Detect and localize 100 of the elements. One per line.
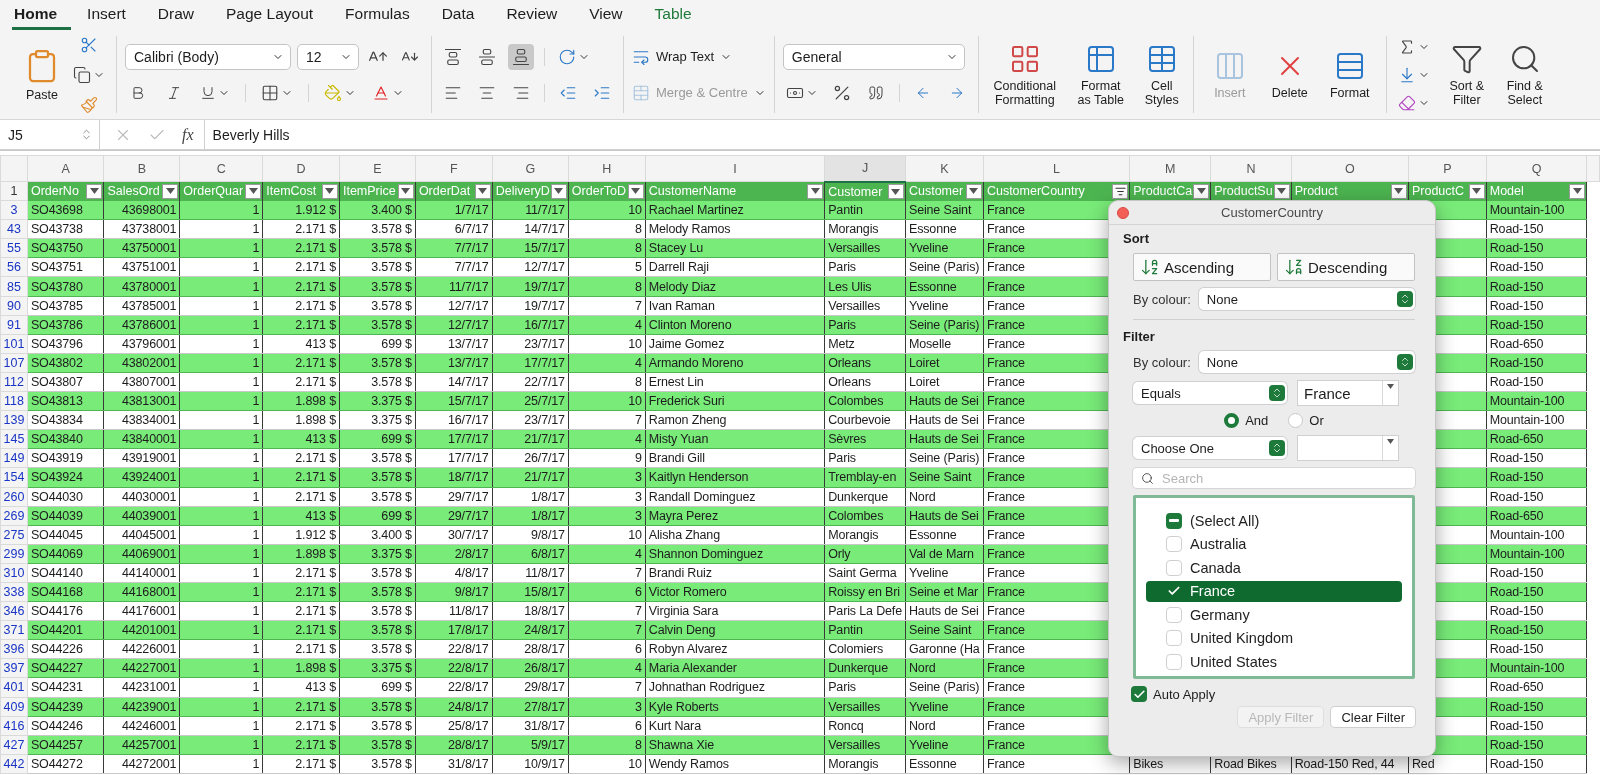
column-header[interactable]: Q	[1486, 155, 1587, 182]
table-cell: France	[986, 355, 1025, 370]
filter-dropdown-button[interactable]	[965, 183, 982, 199]
column-header[interactable]: A	[27, 155, 104, 182]
column-header[interactable]: F	[415, 155, 493, 182]
condition-value-combo[interactable]: France	[1297, 380, 1399, 406]
column-header[interactable]: B	[104, 155, 180, 182]
column-header[interactable]: C	[179, 155, 263, 182]
table-cell: Nord	[908, 661, 936, 676]
ribbon-tab[interactable]: Data	[425, 2, 491, 30]
table-cell: 22/7/17	[524, 375, 565, 389]
table-cell: Colombes	[828, 508, 884, 523]
filter-dropdown-button[interactable]	[1390, 183, 1407, 199]
filter-dropdown-button[interactable]	[162, 183, 179, 199]
logic-radio[interactable]: And	[1224, 413, 1269, 428]
column-header[interactable]: H	[568, 155, 646, 182]
filter-dropdown-button[interactable]	[887, 184, 904, 200]
cells-button[interactable]: Delete	[1261, 49, 1318, 100]
vertical-align-button[interactable]	[508, 43, 534, 70]
insert-function-button[interactable]: fx	[182, 125, 194, 144]
value-item[interactable]: Australia	[1146, 533, 1402, 555]
checkbox[interactable]	[1166, 536, 1182, 553]
number-format-select[interactable]: General	[782, 43, 965, 70]
column-header[interactable]: D	[262, 155, 340, 182]
value-item[interactable]: (Select All)	[1146, 510, 1402, 532]
checkbox[interactable]	[1166, 653, 1182, 670]
checkbox[interactable]	[1166, 630, 1182, 647]
styles-button[interactable]: Cell Styles	[1138, 42, 1185, 107]
table-cell: 9/8/17	[531, 527, 565, 542]
column-header[interactable]: K	[905, 155, 984, 182]
table-cell: 2.171 $	[295, 451, 336, 466]
filter-dropdown-button[interactable]	[1193, 183, 1210, 199]
font-size-select[interactable]: 12	[297, 43, 359, 70]
styles-button[interactable]: Conditional Formatting	[986, 42, 1063, 107]
ribbon-tab[interactable]: View	[573, 2, 639, 30]
value-item[interactable]: France	[1146, 580, 1402, 602]
sort-descending-button[interactable]: Descending	[1277, 253, 1415, 281]
editing-button[interactable]: Find & Select	[1500, 42, 1549, 107]
filter-dropdown-button[interactable]	[397, 183, 414, 199]
value-item[interactable]: United Kingdom	[1146, 627, 1402, 649]
table-cell: 44201001	[121, 623, 177, 638]
filter-dropdown-button[interactable]	[474, 183, 491, 199]
filter-dropdown-button[interactable]	[1468, 183, 1485, 199]
column-header[interactable]: L	[983, 155, 1130, 182]
sort-colour-select[interactable]: None	[1198, 288, 1415, 310]
filter-action-button[interactable]: Clear Filter	[1331, 707, 1415, 727]
ribbon-tab[interactable]: Table	[638, 2, 708, 30]
filter-colour-select[interactable]: None	[1198, 351, 1415, 373]
logic-radio[interactable]: Or	[1288, 413, 1324, 428]
table-cell: Road-150	[1489, 222, 1544, 237]
checkbox[interactable]	[1131, 686, 1147, 702]
ribbon-tab[interactable]: Page Layout	[210, 2, 330, 30]
filter-dropdown-button[interactable]	[807, 183, 824, 199]
cells-button[interactable]: Format	[1321, 49, 1378, 100]
wrap-text-button[interactable]: Wrap Text	[632, 43, 766, 70]
filter-dropdown-button[interactable]	[86, 183, 103, 199]
close-button[interactable]	[1117, 207, 1129, 219]
search-field[interactable]: Search	[1133, 468, 1415, 488]
value-item[interactable]: Canada	[1146, 557, 1402, 579]
column-header[interactable]: J	[824, 155, 906, 182]
ribbon-tab[interactable]: Home	[12, 2, 72, 30]
styles-button[interactable]: Format as Table	[1072, 42, 1129, 107]
filter-dropdown-button[interactable]	[627, 183, 644, 199]
table-cell: 10	[628, 756, 642, 771]
ribbon-tab[interactable]: Insert	[71, 2, 142, 30]
paintbrush-icon	[80, 95, 98, 114]
name-box[interactable]: J5	[0, 120, 100, 149]
auto-apply-checkbox[interactable]: Auto Apply	[1131, 686, 1415, 702]
condition-select[interactable]: Choose One	[1133, 437, 1287, 459]
filter-dropdown-button[interactable]	[321, 183, 338, 199]
checkbox[interactable]	[1166, 512, 1182, 529]
table-cell: Calvin Deng	[648, 623, 716, 638]
font-select[interactable]: Calibri (Body)	[125, 43, 291, 70]
ribbon-tab[interactable]: Draw	[141, 2, 210, 30]
column-header[interactable]: I	[645, 155, 825, 182]
formula-input[interactable]: Beverly Hills	[203, 120, 1600, 149]
column-header[interactable]: E	[339, 155, 416, 182]
ribbon-tab[interactable]: Review	[490, 2, 574, 30]
table-cell: France	[986, 718, 1025, 733]
column-header[interactable]: O	[1291, 155, 1409, 182]
filter-dropdown-button[interactable]	[1569, 183, 1586, 199]
value-item[interactable]: United States	[1146, 651, 1402, 673]
column-title: ItemCost	[266, 184, 317, 199]
search-input[interactable]: Search	[1162, 470, 1415, 486]
column-header[interactable]: M	[1129, 155, 1211, 182]
filter-dropdown-button[interactable]	[1273, 183, 1290, 199]
sort-ascending-button[interactable]: Ascending	[1133, 253, 1271, 281]
ribbon-tab[interactable]: Formulas	[329, 2, 426, 30]
column-header[interactable]: P	[1408, 155, 1487, 182]
filter-dropdown-button[interactable]	[550, 183, 567, 199]
column-header[interactable]: G	[492, 155, 569, 182]
filter-dropdown-button[interactable]	[245, 183, 262, 199]
checkbox[interactable]	[1166, 606, 1182, 623]
value-item[interactable]: Germany	[1146, 604, 1402, 626]
checkbox[interactable]	[1166, 559, 1182, 576]
filter-dropdown-button[interactable]	[1112, 183, 1129, 199]
paste-button[interactable]: Paste	[20, 47, 64, 102]
condition-select[interactable]: Equals	[1133, 382, 1287, 404]
column-header[interactable]: N	[1210, 155, 1292, 182]
editing-button[interactable]: Sort & Filter	[1442, 42, 1491, 107]
